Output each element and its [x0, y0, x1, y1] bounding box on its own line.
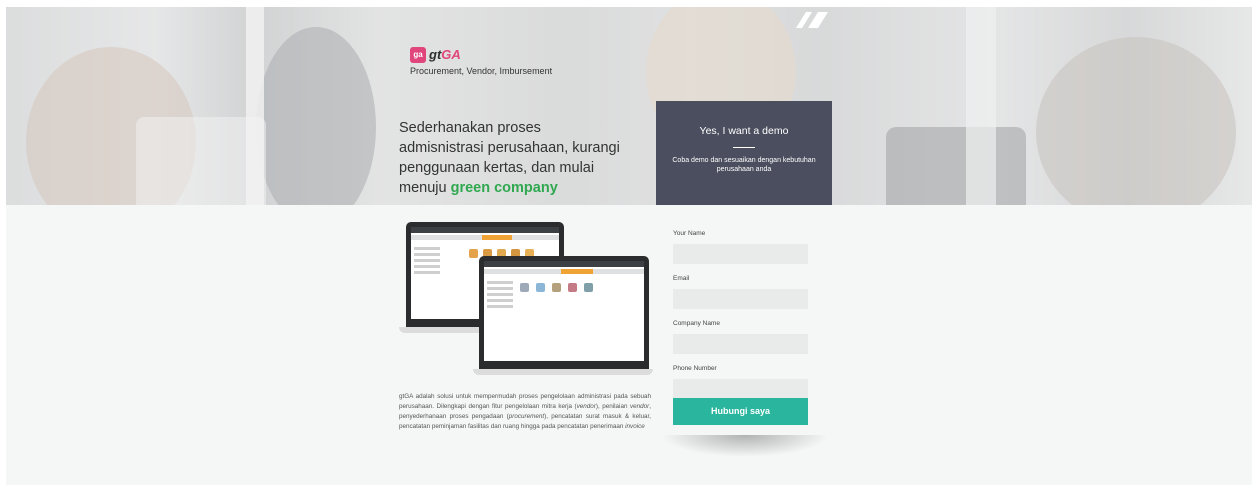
email-input[interactable] [673, 289, 808, 309]
logo-icon [796, 12, 828, 28]
brand-badge-icon: ga [410, 46, 426, 63]
laptop-mockup-image [399, 222, 659, 392]
submit-button[interactable]: Hubungi saya [673, 398, 808, 425]
name-label: Your Name [673, 230, 706, 237]
laptop-base [473, 369, 653, 375]
demo-title: Yes, I want a demo [699, 125, 789, 137]
hero-overlay [6, 7, 1252, 205]
contact-form: Your Name Email Company Name Phone Numbe… [673, 230, 808, 410]
laptop-icon [479, 256, 649, 369]
email-label: Email [673, 275, 690, 282]
company-input[interactable] [673, 334, 808, 354]
demo-subtitle: Coba demo dan sesuaikan dengan kebutuhan… [672, 157, 816, 173]
brand-name: gtGA [429, 47, 461, 63]
phone-input[interactable] [673, 379, 808, 399]
headline-highlight: green company [450, 180, 558, 196]
brand-tagline: Procurement, Vendor, Imbursement [410, 66, 553, 76]
product-description: gtGA adalah solusi untuk mempermudah pro… [399, 393, 651, 430]
name-input[interactable] [673, 244, 808, 264]
lower-section: gtGA adalah solusi untuk mempermudah pro… [6, 205, 1252, 485]
company-label: Company Name [673, 320, 720, 327]
form-shadow [661, 435, 829, 457]
hero-headline: Sederhanakan proses admisnistrasi perusa… [399, 120, 620, 196]
hero-banner: ga gtGA Procurement, Vendor, Imbursement … [6, 7, 1252, 205]
brand[interactable]: ga gtGA Procurement, Vendor, Imbursement [410, 46, 552, 76]
demo-divider [733, 147, 755, 148]
demo-panel: Yes, I want a demo Coba demo dan sesuaik… [656, 101, 832, 205]
phone-label: Phone Number [673, 365, 717, 372]
